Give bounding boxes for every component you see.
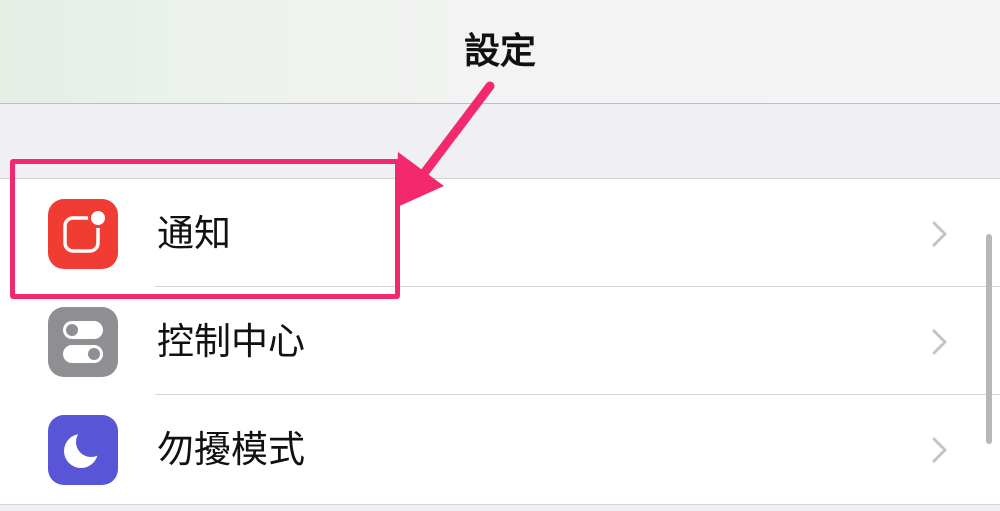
chevron-right-icon <box>932 437 947 463</box>
settings-item-label: 勿擾模式 <box>157 428 305 471</box>
scroll-indicator[interactable] <box>986 234 992 444</box>
chevron-right-icon <box>932 329 947 355</box>
settings-item-label: 控制中心 <box>157 320 305 363</box>
chevron-right-icon <box>932 221 947 247</box>
moon-icon <box>48 415 118 485</box>
settings-screen: 設定 通知 控制中心 勿擾模式 <box>0 0 1000 511</box>
control-center-icon <box>48 307 118 377</box>
highlight-box <box>10 159 400 299</box>
page-title: 設定 <box>463 31 536 72</box>
navigation-bar: 設定 <box>0 0 1000 104</box>
settings-item-control-center[interactable]: 控制中心 <box>0 287 1000 395</box>
settings-item-do-not-disturb[interactable]: 勿擾模式 <box>0 395 1000 503</box>
